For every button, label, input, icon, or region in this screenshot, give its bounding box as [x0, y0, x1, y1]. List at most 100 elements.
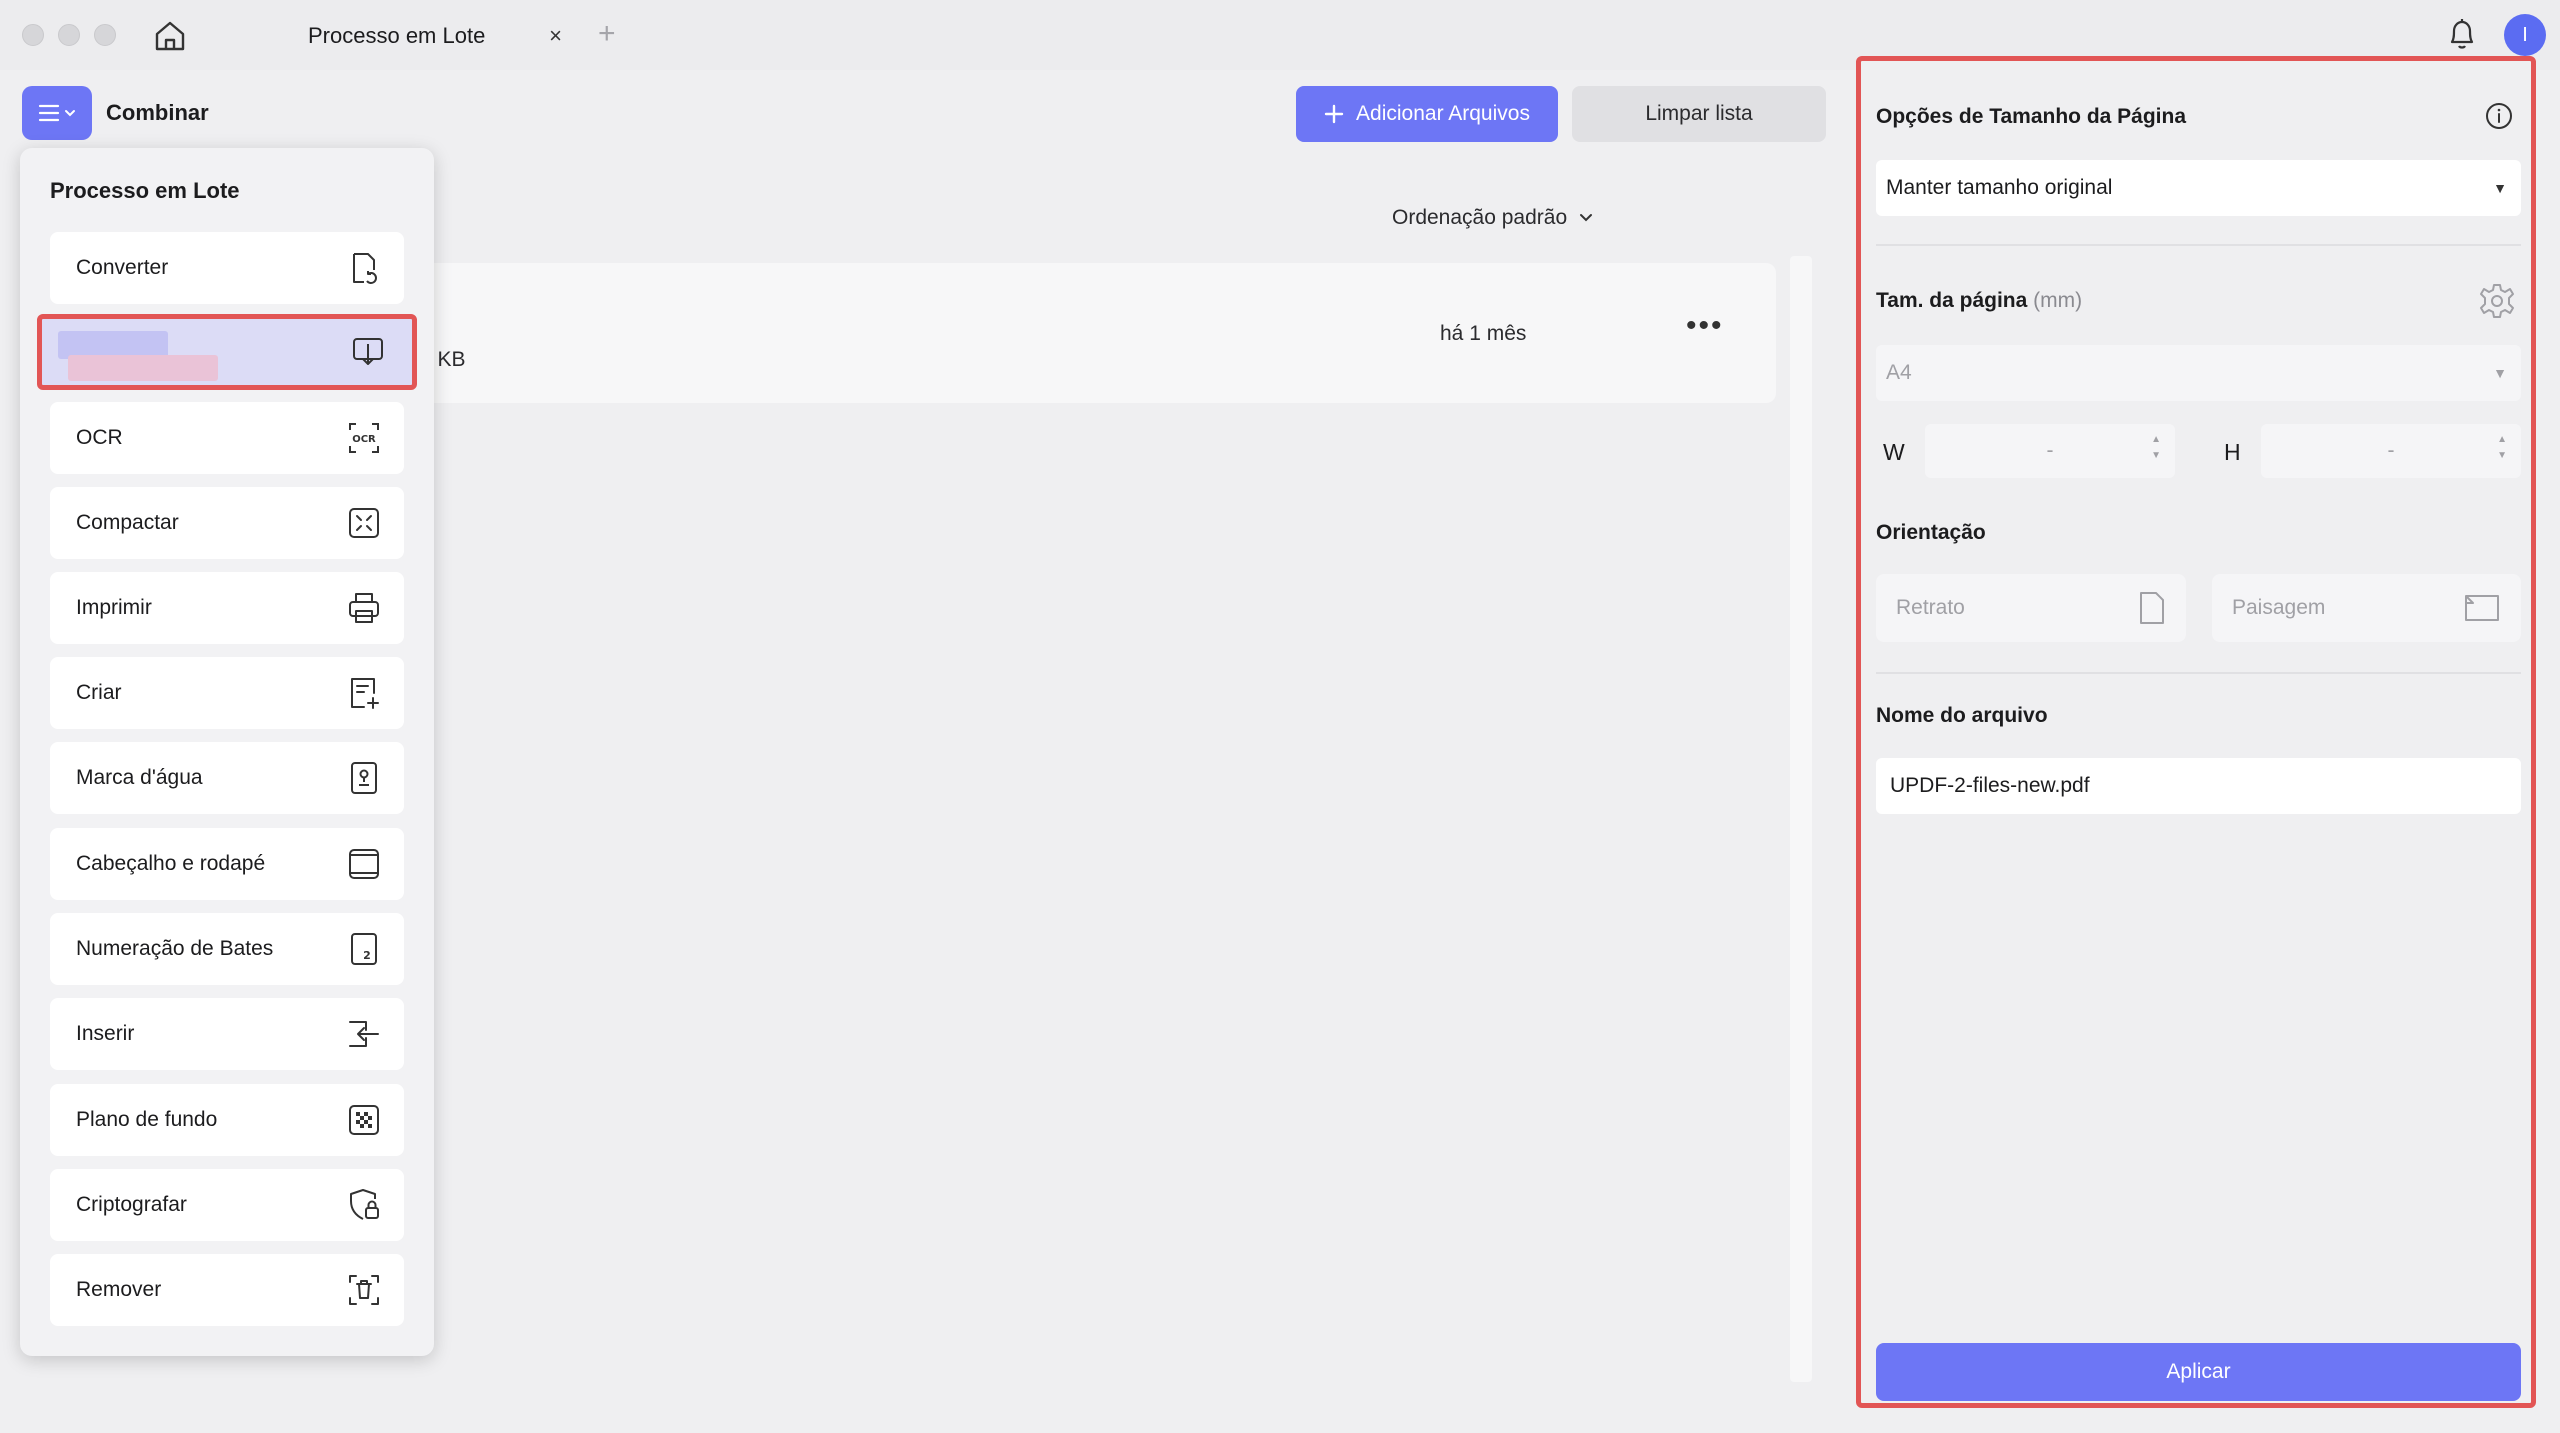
stepper-arrows-icon[interactable]: ▲ ▼	[2151, 434, 2161, 462]
menu-item-label: OCR	[76, 426, 123, 449]
landscape-option[interactable]: Paisagem	[2212, 574, 2521, 642]
info-icon[interactable]	[2484, 101, 2514, 131]
menu-item-plano-de-fundo[interactable]: Plano de fundo	[50, 1084, 404, 1156]
batch-process-menu: Processo em Lote Converter OCR OCR Compa…	[20, 148, 434, 1356]
page-size-label-text: Tam. da página	[1876, 289, 2028, 312]
remove-icon	[346, 1272, 382, 1308]
close-window-button[interactable]	[22, 24, 44, 46]
orientation-label: Orientação	[1876, 521, 1986, 544]
menu-title: Processo em Lote	[50, 178, 240, 203]
menu-item-label: Criar	[76, 681, 122, 704]
menu-item-bates[interactable]: Numeração de Bates 2	[50, 913, 404, 985]
menu-item-criar[interactable]: Criar	[50, 657, 404, 729]
encrypt-icon	[346, 1187, 382, 1223]
menu-item-label: Cabeçalho e rodapé	[76, 852, 266, 875]
watermark-icon	[346, 760, 382, 796]
bates-icon: 2	[346, 931, 382, 967]
home-button[interactable]	[150, 16, 190, 56]
stepper-arrows-icon[interactable]: ▲ ▼	[2497, 434, 2507, 462]
height-input[interactable]: - ▲ ▼	[2261, 424, 2521, 478]
home-icon	[155, 21, 185, 51]
gear-icon[interactable]	[2478, 282, 2516, 320]
batch-menu-button[interactable]	[22, 86, 92, 140]
chevron-down-icon	[65, 110, 75, 117]
apply-button[interactable]: Aplicar	[1876, 1343, 2521, 1401]
page-size-label: Tam. da página (mm)	[1876, 289, 2082, 313]
chevron-down-icon	[1580, 214, 1593, 222]
page-size-unit: (mm)	[2033, 289, 2083, 312]
menu-item-combine[interactable]	[37, 314, 417, 390]
menu-item-marca-dagua[interactable]: Marca d'água	[50, 742, 404, 814]
menu-item-imprimir[interactable]: Imprimir	[50, 572, 404, 644]
menu-item-label: Converter	[76, 256, 169, 279]
width-value: -	[2046, 439, 2054, 462]
landscape-icon	[2465, 595, 2499, 621]
menu-item-inserir[interactable]: Inserir	[50, 998, 404, 1070]
menu-item-label: Numeração de Bates	[76, 937, 274, 960]
combine-icon	[350, 334, 386, 370]
add-files-label: Adicionar Arquivos	[1356, 102, 1530, 125]
tab-title: Processo em Lote	[308, 23, 486, 48]
background-icon	[346, 1102, 382, 1138]
zoom-window-button[interactable]	[94, 24, 116, 46]
tab-batch-process[interactable]: Processo em Lote ×	[270, 14, 580, 58]
menu-item-label: Compactar	[76, 511, 179, 534]
portrait-label: Retrato	[1896, 596, 1965, 619]
plus-icon	[1324, 104, 1344, 124]
page-size-mode-value: Manter tamanho original	[1886, 176, 2113, 199]
file-list-item[interactable]	[420, 263, 1776, 403]
portrait-icon	[2140, 592, 2164, 624]
settings-panel: Opções de Tamanho da Página Manter taman…	[1856, 56, 2536, 1408]
menu-item-ocr[interactable]: OCR OCR	[50, 402, 404, 474]
printer-icon	[346, 590, 382, 626]
bell-icon	[2450, 19, 2474, 49]
menu-item-converter[interactable]: Converter	[50, 232, 404, 304]
file-date: há 1 mês	[1440, 322, 1527, 345]
menu-item-label: Criptografar	[76, 1193, 187, 1216]
menu-item-label: Remover	[76, 1278, 162, 1301]
svg-text:OCR: OCR	[352, 434, 376, 445]
menu-item-remover[interactable]: Remover	[50, 1254, 404, 1326]
divider	[1876, 244, 2521, 246]
filename-label: Nome do arquivo	[1876, 704, 2048, 727]
add-files-button[interactable]: Adicionar Arquivos	[1296, 86, 1558, 142]
sort-dropdown[interactable]: Ordenação padrão	[1392, 206, 1593, 230]
page-size-mode-select[interactable]: Manter tamanho original ▼	[1876, 160, 2521, 216]
svg-text:2: 2	[363, 949, 371, 962]
insert-icon	[346, 1016, 382, 1052]
landscape-label: Paisagem	[2232, 596, 2326, 619]
ocr-icon: OCR	[346, 420, 382, 456]
menu-item-label: Plano de fundo	[76, 1108, 218, 1131]
avatar[interactable]: I	[2504, 14, 2546, 56]
create-icon	[346, 675, 382, 711]
menu-item-cabecalho-rodape[interactable]: Cabeçalho e rodapé	[50, 828, 404, 900]
caret-down-icon: ▼	[2493, 180, 2507, 196]
menu-item-compactar[interactable]: Compactar	[50, 487, 404, 559]
page-size-options-title: Opções de Tamanho da Página	[1876, 105, 2187, 128]
header-footer-icon	[346, 846, 382, 882]
app-window: Processo em Lote × + I Combinar Adiciona…	[0, 0, 2560, 1433]
menu-icon	[38, 104, 60, 122]
file-list-scrollbar[interactable]	[1790, 256, 1812, 1382]
menu-item-label: Marca d'água	[76, 766, 203, 789]
convert-icon	[346, 250, 382, 286]
clear-list-button[interactable]: Limpar lista	[1572, 86, 1826, 142]
caret-down-icon: ▼	[2493, 365, 2507, 381]
paper-size-value: A4	[1886, 361, 1912, 384]
width-input[interactable]: - ▲ ▼	[1925, 424, 2175, 478]
menu-item-criptografar[interactable]: Criptografar	[50, 1169, 404, 1241]
minimize-window-button[interactable]	[58, 24, 80, 46]
menu-item-label: Inserir	[76, 1022, 135, 1045]
new-tab-button[interactable]: +	[598, 16, 616, 52]
tab-close-button[interactable]: ×	[549, 23, 562, 49]
redacted-label	[68, 355, 218, 381]
height-value: -	[2387, 439, 2395, 462]
compress-icon	[346, 505, 382, 541]
paper-size-select[interactable]: A4 ▼	[1876, 345, 2521, 401]
file-more-button[interactable]: •••	[1686, 311, 1724, 341]
portrait-option[interactable]: Retrato	[1876, 574, 2186, 642]
width-label: W	[1883, 439, 1905, 465]
sort-label: Ordenação padrão	[1392, 206, 1568, 229]
notifications-button[interactable]	[2442, 14, 2482, 54]
filename-input[interactable]: UPDF-2-files-new.pdf	[1876, 758, 2521, 814]
